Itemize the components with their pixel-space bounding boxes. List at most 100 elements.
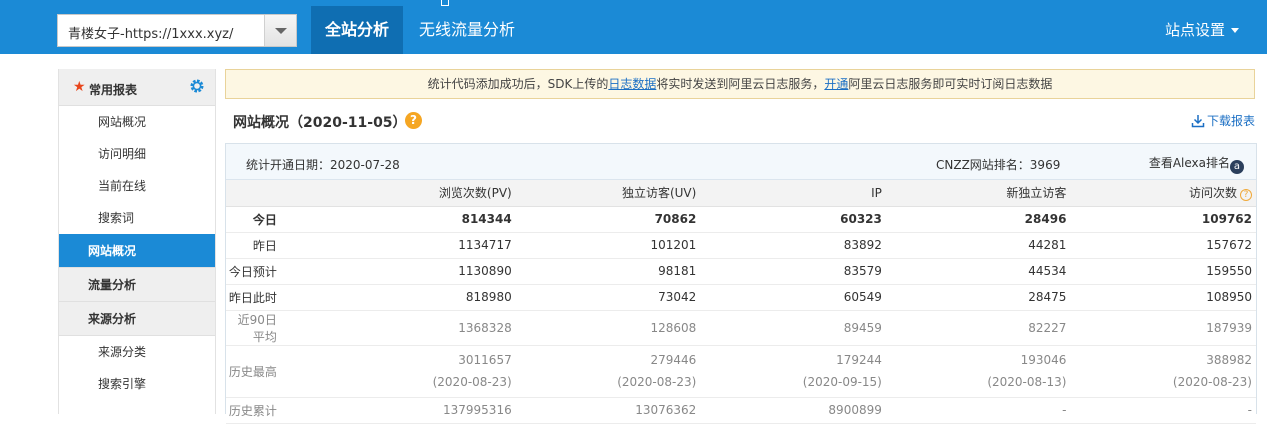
site-select[interactable]: 青楼女子-https://1xxx.xyz/ (57, 14, 297, 47)
table-header: 访问次数? (1070, 180, 1256, 207)
site-select-value: 青楼女子-https://1xxx.xyz/ (68, 27, 234, 42)
table-header (226, 180, 397, 207)
table-cell: 814344 (396, 206, 516, 233)
table-cell: 28475 (885, 284, 1071, 311)
table-cell: 818980 (396, 284, 516, 311)
stats-table: 浏览次数(PV) 独立访客(UV) IP 新独立访客 访问次数? 今日 8143… (226, 180, 1256, 424)
tab-wireless-analysis[interactable]: 无线流量分析 (405, 6, 529, 54)
table-cell: 3011657 (2020-08-23) (396, 345, 516, 398)
question-icon[interactable]: ? (405, 112, 422, 129)
table-cell: 159550 (1070, 258, 1256, 285)
table-cell: 193046 (2020-08-13) (885, 345, 1071, 398)
table-row: 近90日平均 1368328 128608 89459 82227 187939 (226, 310, 1256, 346)
gear-icon[interactable] (189, 78, 205, 94)
table-row: 今日 814344 70862 60323 28496 109762 (226, 206, 1256, 233)
download-report-label: 下载报表 (1206, 114, 1255, 128)
table-cell: 60549 (700, 284, 886, 311)
table-cell: 279446 (2020-08-23) (515, 345, 701, 398)
question-icon[interactable]: ? (1240, 189, 1252, 202)
table-cell: 1134717 (396, 232, 516, 259)
cell-date: (2020-08-13) (987, 375, 1067, 389)
chevron-down-icon[interactable] (264, 15, 296, 46)
overview-panel: 统计开通日期：2020-07-28 CNZZ网站排名：3969 查看Alexa排… (225, 143, 1257, 424)
cell-date: (2020-08-23) (1172, 375, 1252, 389)
table-cell: 1368328 (396, 310, 516, 346)
table-cell: 83579 (700, 258, 886, 285)
table-cell: 44534 (885, 258, 1071, 285)
sidebar-header: ★ 常用报表 (59, 69, 215, 106)
top-navbar: 青楼女子-https://1xxx.xyz/ 全站分析 无线流量分析 站点设置 (0, 0, 1267, 54)
row-label: 昨日此时 (226, 284, 397, 311)
activate-link[interactable]: 开通 (824, 77, 848, 91)
row-label: 昨日 (226, 232, 397, 259)
table-header: 浏览次数(PV) (396, 180, 516, 207)
sidebar-header-title: 常用报表 (89, 83, 138, 97)
table-cell: - (1070, 397, 1256, 424)
table-cell: 60323 (700, 206, 886, 233)
page-title: 网站概况（2020-11-05） (233, 115, 407, 131)
table-cell: - (885, 397, 1071, 424)
table-cell: 98181 (515, 258, 701, 285)
table-cell: 13076362 (515, 397, 701, 424)
cell-value: 179244 (836, 353, 882, 367)
row-label: 历史累计 (226, 397, 397, 424)
table-cell: 44281 (885, 232, 1071, 259)
table-cell: 70862 (515, 206, 701, 233)
start-date: 统计开通日期：2020-07-28 (246, 158, 400, 172)
cell-date: (2020-08-23) (432, 375, 512, 389)
table-cell: 179244 (2020-09-15) (700, 345, 886, 398)
sidebar-item-visit-detail[interactable]: 访问明细 (59, 138, 215, 170)
cell-value: 279446 (650, 353, 697, 367)
cell-date: (2020-09-15) (802, 375, 882, 389)
row-label: 近90日平均 (226, 310, 397, 346)
table-row: 昨日 1134717 101201 83892 44281 157672 (226, 232, 1256, 259)
download-report-button[interactable]: 下载报表 (1191, 112, 1255, 129)
table-cell: 83892 (700, 232, 886, 259)
table-cell: 109762 (1070, 206, 1256, 233)
sidebar-item-search-terms[interactable]: 搜索词 (59, 202, 215, 234)
table-header-label: 访问次数 (1188, 186, 1237, 201)
table-cell: 388982 (2020-08-23) (1070, 345, 1256, 398)
sidebar-item-online-now[interactable]: 当前在线 (59, 170, 215, 202)
log-data-link[interactable]: 日志数据 (608, 77, 656, 91)
sidebar: ★ 常用报表 网站概况 访问明细 当前在线 搜索词 网站概况 流量分析 来源分析… (58, 69, 216, 414)
table-cell: 73042 (515, 284, 701, 311)
table-row: 昨日此时 818980 73042 60549 28475 108950 (226, 284, 1256, 311)
site-settings-menu[interactable]: 站点设置 (1165, 6, 1239, 54)
site-settings-label: 站点设置 (1164, 21, 1225, 39)
notice-text-1: 统计代码添加成功后，SDK上传的 (427, 77, 609, 91)
table-cell: 8900899 (700, 397, 886, 424)
alexa-icon: a (1230, 160, 1244, 174)
tab-site-analysis[interactable]: 全站分析 (311, 6, 404, 54)
cnzz-rank: CNZZ网站排名：3969 (936, 158, 1061, 172)
sidebar-item-overview[interactable]: 网站概况 (59, 106, 215, 138)
table-cell: 137995316 (396, 397, 516, 424)
sidebar-group-overview[interactable]: 网站概况 (59, 234, 215, 268)
table-cell: 28496 (885, 206, 1071, 233)
sidebar-item-source-category[interactable]: 来源分类 (59, 336, 215, 368)
table-row: 历史最高 3011657 (2020-08-23) 279446 (2020-08-… (226, 345, 1256, 398)
table-header: 新独立访客 (885, 180, 1071, 207)
notice-banner: 统计代码添加成功后，SDK上传的日志数据将实时发送到阿里云日志服务，开通阿里云日… (225, 69, 1255, 99)
cell-value: 388982 (1206, 353, 1252, 367)
row-label: 今日 (226, 206, 397, 233)
sidebar-group-traffic-analysis[interactable]: 流量分析 (59, 268, 215, 302)
table-header-row: 浏览次数(PV) 独立访客(UV) IP 新独立访客 访问次数? (226, 180, 1256, 207)
table-row: 今日预计 1130890 98181 83579 44534 159550 (226, 258, 1256, 285)
table-cell: 89459 (700, 310, 886, 346)
sidebar-item-search-engine[interactable]: 搜索引擎 (59, 368, 215, 400)
download-icon (1191, 115, 1205, 128)
table-header: IP (700, 180, 886, 207)
table-cell: 101201 (515, 232, 701, 259)
row-label: 今日预计 (226, 258, 397, 285)
cell-value: 193046 (1020, 353, 1067, 367)
table-cell: 187939 (1070, 310, 1256, 346)
table-cell: 128608 (515, 310, 701, 346)
row-label: 历史最高 (226, 345, 397, 398)
notice-text-3: 阿里云日志服务即可实时订阅日志数据 (848, 77, 1053, 91)
table-header: 独立访客(UV) (515, 180, 701, 207)
sidebar-group-source-analysis[interactable]: 来源分析 (59, 302, 215, 336)
table-cell: 157672 (1070, 232, 1256, 259)
table-cell: 82227 (885, 310, 1071, 346)
alexa-rank-link[interactable]: 查看Alexa排名 a (1149, 154, 1244, 174)
